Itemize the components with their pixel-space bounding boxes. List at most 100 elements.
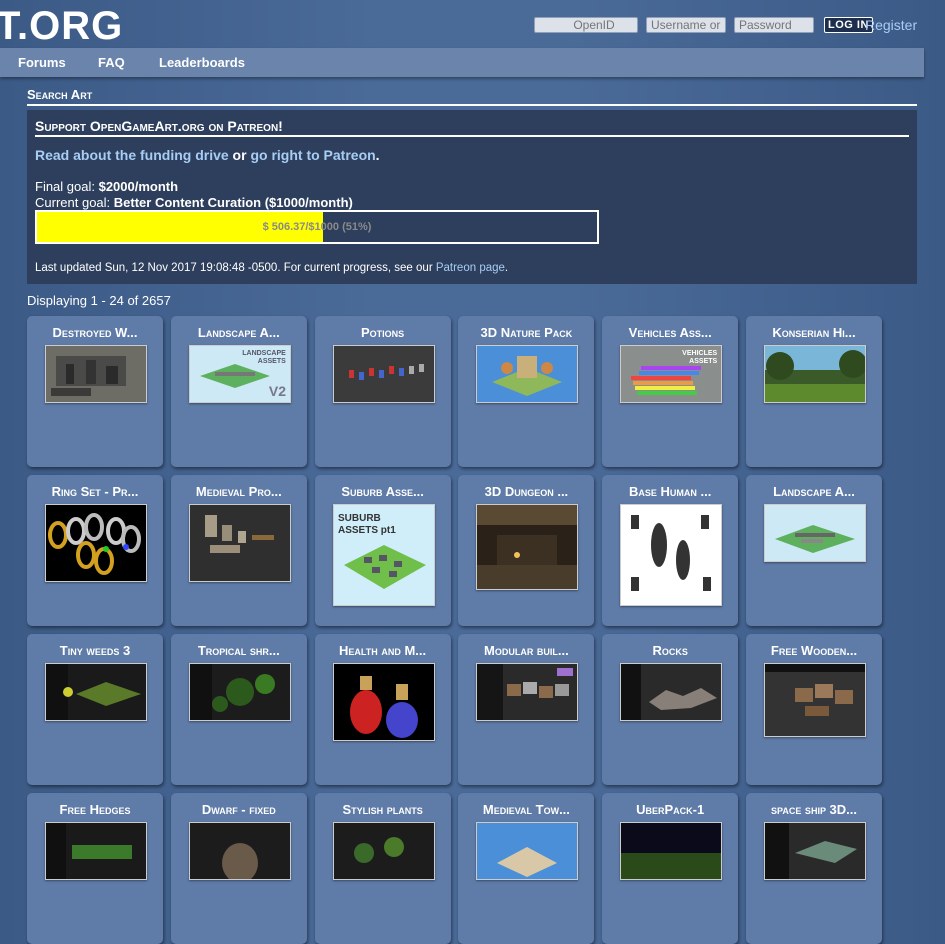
patreon-box: Support OpenGameArt.org on Patreon! Read…	[27, 110, 917, 284]
last-updated: Last updated Sun, 12 Nov 2017 19:08:48 -…	[35, 262, 508, 274]
art-tile[interactable]: Modular buil...	[458, 634, 595, 785]
art-tile-title[interactable]: Medieval Pro...	[171, 484, 307, 499]
art-thumbnail[interactable]: VEHICLES ASSETS	[620, 345, 723, 403]
art-tile[interactable]: Suburb Asse... SUBURB ASSETS pt1	[314, 475, 451, 626]
updated-text: Last updated Sun, 12 Nov 2017 19:08:48 -…	[35, 262, 436, 274]
art-tile-title[interactable]: Landscape A...	[171, 325, 307, 340]
password-input[interactable]	[734, 17, 814, 33]
patreon-page-link[interactable]: Patreon page	[436, 262, 505, 274]
art-tile-title[interactable]: 3D Nature Pack	[458, 325, 594, 340]
art-thumbnail[interactable]	[188, 822, 291, 880]
art-tile-title[interactable]: Medieval Tow...	[458, 802, 594, 817]
art-tile-title[interactable]: Tropical shr...	[171, 643, 307, 658]
nav-forums[interactable]: Forums	[18, 55, 66, 70]
funding-line: Read about the funding drive or go right…	[35, 147, 380, 163]
login-form: LOG IN	[534, 16, 873, 34]
art-thumbnail[interactable]	[764, 504, 866, 562]
thumbnail-label: VEHICLES ASSETS	[682, 350, 718, 365]
art-thumbnail[interactable]: V2 LANDSCAPE ASSETS	[188, 345, 291, 403]
art-tile[interactable]: Landscape A...	[746, 475, 882, 626]
current-goal: Current goal: Better Content Curation ($…	[35, 195, 353, 210]
art-thumbnail[interactable]: SUBURB ASSETS pt1	[332, 504, 435, 606]
nav-faq[interactable]: FAQ	[98, 55, 125, 70]
art-thumbnail[interactable]	[620, 504, 723, 606]
art-tile[interactable]: Landscape A... V2 LANDSCAPE ASSETS	[170, 316, 307, 467]
main-navbar: Forums FAQ Leaderboards	[0, 48, 924, 77]
art-tile[interactable]: 3D Dungeon ...	[458, 475, 595, 626]
art-tile[interactable]: Potions	[314, 316, 451, 467]
art-thumbnail[interactable]	[188, 504, 291, 582]
art-thumbnail[interactable]	[45, 663, 147, 721]
art-thumbnail[interactable]	[45, 345, 147, 403]
art-tile[interactable]: 3D Nature Pack	[458, 316, 595, 467]
art-tile[interactable]: Stylish plants	[314, 793, 451, 944]
funding-drive-link[interactable]: Read about the funding drive	[35, 147, 229, 163]
patreon-link[interactable]: go right to Patreon	[250, 147, 375, 163]
art-tile-title[interactable]: Potions	[315, 325, 451, 340]
art-tile-title[interactable]: Tiny weeds 3	[27, 643, 163, 658]
art-tile-title[interactable]: Destroyed W...	[27, 325, 163, 340]
svg-text:SUBURB: SUBURB	[338, 513, 381, 524]
art-thumbnail[interactable]	[620, 822, 723, 880]
art-tile-title[interactable]: Konserian Hi...	[746, 325, 882, 340]
art-thumbnail[interactable]	[476, 822, 579, 880]
art-thumbnail[interactable]	[764, 345, 866, 403]
art-thumbnail[interactable]	[764, 822, 866, 880]
art-tile-title[interactable]: Modular buil...	[458, 643, 594, 658]
funding-progress-bar: $ 506.37/$1000 (51%)	[35, 210, 599, 244]
art-thumbnail[interactable]	[764, 663, 866, 737]
result-count: Displaying 1 - 24 of 2657	[27, 293, 171, 308]
art-tile[interactable]: Medieval Tow...	[458, 793, 595, 944]
art-thumbnail[interactable]	[332, 822, 435, 880]
openid-input[interactable]	[534, 17, 638, 33]
art-tile[interactable]: Vehicles Ass... VEHICLES ASSETS	[602, 316, 739, 467]
art-tile[interactable]: space ship 3D...	[746, 793, 882, 944]
art-tile[interactable]: Medieval Pro...	[170, 475, 307, 626]
art-tile[interactable]: Tiny weeds 3	[27, 634, 163, 785]
username-input[interactable]	[646, 17, 726, 33]
art-thumbnail[interactable]	[45, 504, 147, 582]
art-tile-title[interactable]: Suburb Asse...	[315, 484, 451, 499]
art-tile-title[interactable]: Landscape A...	[746, 484, 882, 499]
art-tile-title[interactable]: Base Human ...	[602, 484, 738, 499]
site-logo[interactable]: T.ORG	[0, 4, 123, 48]
patreon-title: Support OpenGameArt.org on Patreon!	[35, 118, 909, 137]
art-thumbnail[interactable]	[188, 663, 291, 721]
art-tile-title[interactable]: Vehicles Ass...	[602, 325, 738, 340]
art-tile-title[interactable]: Free Hedges	[27, 802, 163, 817]
art-tile[interactable]: Free Hedges	[27, 793, 163, 944]
art-tile[interactable]: Tropical shr...	[170, 634, 307, 785]
art-tile-title[interactable]: 3D Dungeon ...	[458, 484, 594, 499]
svg-text:ASSETS pt1: ASSETS pt1	[338, 525, 396, 536]
art-thumbnail[interactable]	[476, 504, 579, 590]
art-thumbnail[interactable]	[476, 663, 579, 721]
art-tile-title[interactable]: space ship 3D...	[746, 802, 882, 817]
art-tile[interactable]: Rocks	[602, 634, 739, 785]
art-thumbnail[interactable]	[332, 663, 435, 741]
art-tile-title[interactable]: Dwarf - fixed	[171, 802, 307, 817]
art-tile-title[interactable]: Stylish plants	[315, 802, 451, 817]
art-tile[interactable]: Konserian Hi...	[746, 316, 882, 467]
register-link[interactable]: Register	[865, 17, 917, 33]
art-tile[interactable]: Base Human ...	[602, 475, 739, 626]
art-tile[interactable]: Free Wooden...	[746, 634, 882, 785]
art-tile[interactable]: Dwarf - fixed	[170, 793, 307, 944]
art-tile-title[interactable]: Ring Set - Pr...	[27, 484, 163, 499]
art-thumbnail[interactable]	[476, 345, 579, 403]
or-text: or	[228, 147, 251, 163]
nav-leaderboards[interactable]: Leaderboards	[159, 55, 245, 70]
art-tile-title[interactable]: Free Wooden...	[746, 643, 882, 658]
art-thumbnail[interactable]	[332, 345, 435, 403]
art-thumbnail[interactable]	[620, 663, 723, 721]
art-tile-title[interactable]: Rocks	[602, 643, 738, 658]
updated-end: .	[504, 262, 509, 274]
art-tile[interactable]: Destroyed W...	[27, 316, 163, 467]
art-tile[interactable]: Ring Set - Pr...	[27, 475, 163, 626]
section-title: Search Art	[27, 87, 917, 106]
art-tile[interactable]: Health and M...	[314, 634, 451, 785]
art-tile-title[interactable]: UberPack-1	[602, 802, 738, 817]
art-thumbnail[interactable]	[45, 822, 147, 880]
final-goal: Final goal: $2000/month	[35, 179, 178, 194]
art-tile[interactable]: UberPack-1	[602, 793, 739, 944]
art-tile-title[interactable]: Health and M...	[315, 643, 451, 658]
